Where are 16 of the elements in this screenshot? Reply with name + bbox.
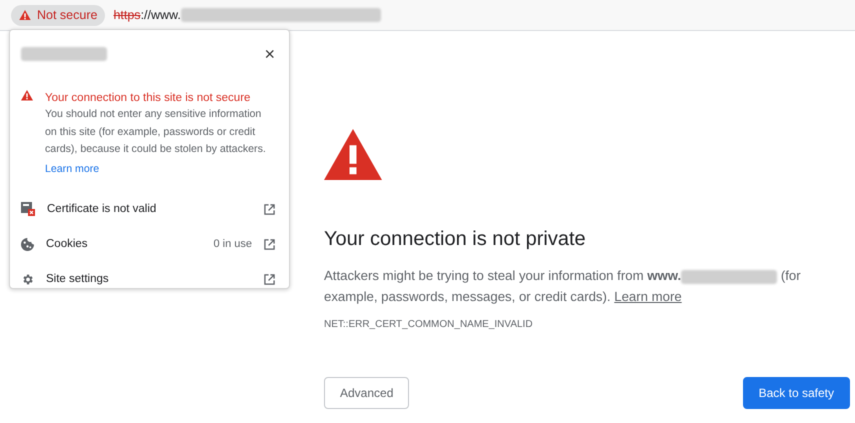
warning-paragraph: Attackers might be trying to steal your information from www. (for example, passwords, messages, or credit cards). Learn more	[324, 267, 802, 306]
security-chip[interactable]: Not secure	[11, 4, 106, 26]
learn-more-link[interactable]: Learn more	[45, 162, 100, 175]
advanced-button[interactable]: Advanced	[324, 377, 410, 410]
menu-item-label[interactable]: Site settings	[46, 273, 252, 286]
cookie-count: 0 in use	[213, 238, 252, 250]
warning-title: Your connection to this site is not secure	[45, 91, 252, 106]
url-field[interactable]: https://www.	[113, 8, 381, 22]
close-button[interactable]: ×	[264, 45, 275, 63]
page-heading: Your connection is not private	[324, 228, 587, 252]
learn-more-link[interactable]: Learn more	[614, 289, 682, 304]
warning-text: You should not enter any sensitive information on this site (for example, passwords or credit cards), because it could be stolen by attackers.	[45, 107, 267, 158]
menu-item-label[interactable]: Cookies	[46, 238, 202, 250]
back-to-safety-button[interactable]: Back to safety	[742, 377, 850, 410]
menu-item-label[interactable]: Certificate is not valid	[47, 203, 252, 216]
error-code: NET::ERR_CERT_COMMON_NAME_INVALID	[324, 319, 534, 330]
